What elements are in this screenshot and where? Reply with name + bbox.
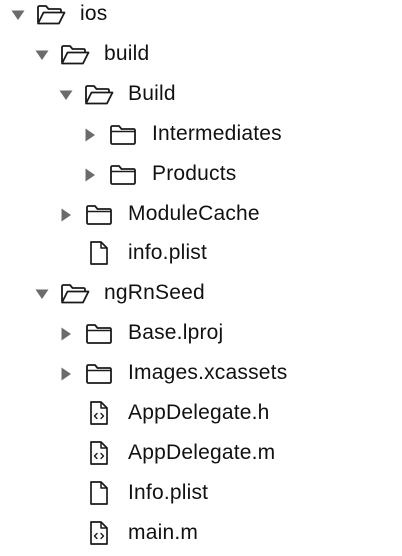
source-file-icon [84,400,114,426]
project-navigator-tree: ios build Build Intermediates Products Module… [0,0,402,556]
triangle-down-icon[interactable] [32,45,52,65]
tree-item-label: ios [80,2,108,25]
folder-open-icon [84,81,114,107]
tree-item-label: AppDelegate.m [128,440,276,464]
tree-row-appdelegate-m[interactable]: AppDelegate.m [0,434,402,474]
tree-item-label: info.plist [128,241,208,265]
triangle-down-icon[interactable] [56,85,76,105]
tree-item-label: main.m [128,520,199,544]
folder-icon [84,201,114,227]
tree-row-build[interactable]: build [0,35,402,75]
tree-item-label: Products [152,161,237,185]
tree-row-build-inner[interactable]: Build [0,75,402,115]
tree-row-info-plist-build[interactable]: info.plist [0,234,402,274]
tree-item-label: Images.xcassets [128,361,288,385]
folder-icon [108,161,138,187]
tree-row-products[interactable]: Products [0,155,402,195]
tree-item-label: Intermediates [152,121,282,145]
triangle-down-icon[interactable] [32,284,52,304]
tree-item-label: Base.lproj [128,321,224,345]
tree-row-info-plist-app[interactable]: Info.plist [0,474,402,514]
folder-open-icon [60,41,90,67]
triangle-right-icon[interactable] [80,165,100,185]
folder-icon [84,360,114,386]
triangle-right-icon[interactable] [56,364,76,384]
tree-item-label: AppDelegate.h [128,401,270,424]
tree-item-label: ModuleCache [128,201,260,225]
folder-icon [84,320,114,346]
file-icon [84,240,114,266]
triangle-right-icon[interactable] [56,324,76,344]
tree-item-label: ngRnSeed [104,281,205,305]
triangle-right-icon[interactable] [80,125,100,145]
source-file-icon [84,520,114,546]
tree-item-label: Info.plist [128,480,209,504]
folder-open-icon [36,1,66,27]
source-file-icon [84,440,114,466]
tree-row-ngrnseed[interactable]: ngRnSeed [0,274,402,314]
tree-item-label: build [104,41,150,65]
tree-row-main-m[interactable]: main.m [0,514,402,554]
triangle-right-icon[interactable] [56,205,76,225]
triangle-down-icon[interactable] [8,5,28,25]
tree-item-label: Build [128,81,176,105]
tree-row-intermediates[interactable]: Intermediates [0,115,402,155]
tree-row-appdelegate-h[interactable]: AppDelegate.h [0,394,402,434]
folder-open-icon [60,280,90,306]
tree-row-base-lproj[interactable]: Base.lproj [0,314,402,354]
file-icon [84,480,114,506]
tree-row-images-xcassets[interactable]: Images.xcassets [0,354,402,394]
tree-row-modulecache[interactable]: ModuleCache [0,195,402,235]
folder-icon [108,121,138,147]
tree-row-ios[interactable]: ios [0,0,402,35]
